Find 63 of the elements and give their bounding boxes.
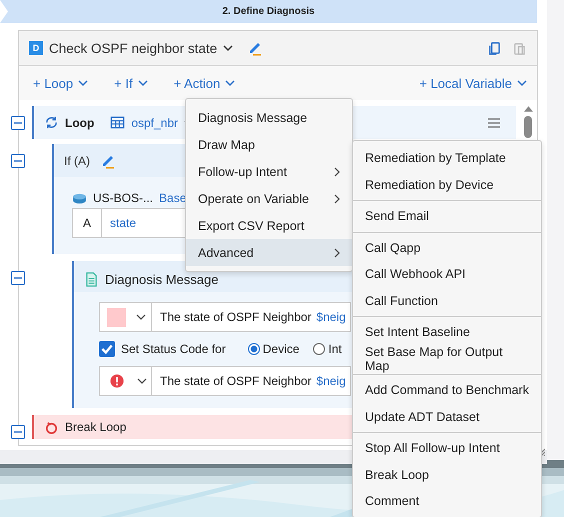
copy-icon[interactable] <box>487 40 502 56</box>
menu-item[interactable]: Add Command to Benchmark <box>353 377 541 404</box>
message-text: The state of OSPF Neighbor <box>160 310 312 324</box>
menu-item[interactable]: Follow-up Intent <box>186 158 352 185</box>
menu-item[interactable]: Send Email <box>353 203 541 230</box>
menu-item[interactable]: Draw Map <box>186 131 352 158</box>
step-title: 2. Define Diagnosis <box>222 6 315 17</box>
scrollbar-thumb[interactable] <box>524 116 532 138</box>
menu-item[interactable]: Set Base Map for Output Map <box>353 346 541 372</box>
menu-item[interactable]: Update ADT Dataset <box>353 404 541 430</box>
collapse-toggle-icon[interactable] <box>11 154 25 168</box>
chevron-right-icon <box>334 194 340 204</box>
collapse-toggle-icon[interactable] <box>11 425 25 439</box>
table-variable[interactable]: ospf_nbr <box>131 116 178 130</box>
error-icon <box>110 374 124 388</box>
add-menu-button[interactable]: + If <box>110 74 152 92</box>
device-link[interactable]: Base <box>159 191 186 205</box>
add-menu-button[interactable]: + Action <box>170 74 240 92</box>
menu-item[interactable]: Call Qapp <box>353 234 541 261</box>
message-field[interactable]: The state of OSPF Neighbor $neig <box>99 366 351 396</box>
if-label: If (A) <box>64 154 90 168</box>
variable-key-cell: A <box>73 209 102 237</box>
local-variable-button[interactable]: + Local Variable <box>415 74 531 92</box>
menu-item[interactable]: Remediation by Template <box>353 145 541 172</box>
device-name: US-BOS-... <box>93 191 154 205</box>
status-checkbox[interactable] <box>99 341 115 357</box>
chevron-right-icon <box>334 166 340 176</box>
variable-value-cell[interactable]: state <box>102 209 136 237</box>
menu-item[interactable]: Advanced <box>186 239 352 266</box>
status-radio[interactable]: Int <box>313 342 342 356</box>
router-icon <box>72 192 87 204</box>
message-variable: $neig <box>316 310 346 324</box>
add-menu-button[interactable]: + Loop <box>29 74 92 92</box>
menu-item[interactable]: Operate on Variable <box>186 185 352 212</box>
message-field[interactable]: The state of OSPF Neighbor $neig <box>99 302 351 332</box>
message-text: The state of OSPF Neighbor <box>160 374 312 388</box>
loop-label: Loop <box>65 116 94 130</box>
collapse-toggle-icon[interactable] <box>11 271 25 285</box>
menu-item[interactable]: Set Intent Baseline <box>353 319 541 346</box>
diagnosis-message-title: Diagnosis Message <box>105 272 218 286</box>
collapse-toggle-icon[interactable] <box>11 116 25 130</box>
pencil-icon[interactable] <box>247 40 264 56</box>
menu-item[interactable]: Diagnosis Message <box>186 104 352 131</box>
loop-icon <box>44 115 59 130</box>
menu-icon[interactable] <box>488 118 500 128</box>
menu-item[interactable]: Call Function <box>353 288 541 314</box>
menu-item[interactable]: Call Webhook API <box>353 261 541 288</box>
scroll-up-arrow-icon[interactable] <box>524 106 532 112</box>
document-icon <box>84 272 99 286</box>
diagnosis-title[interactable]: Check OSPF neighbor state <box>49 40 218 56</box>
message-variable: $neig <box>316 374 346 388</box>
menu-item[interactable]: Stop All Follow-up Intent <box>353 435 541 462</box>
menu-item[interactable]: Export CSV Report <box>186 212 352 239</box>
break-loop-icon <box>44 420 59 434</box>
status-code-label: Set Status Code for <box>121 342 226 356</box>
d-badge-icon: D <box>29 41 43 55</box>
break-loop-label: Break Loop <box>65 420 126 434</box>
table-icon <box>110 115 126 130</box>
menu-item[interactable]: Remediation by Device <box>353 172 541 198</box>
color-swatch <box>107 308 126 326</box>
menu-item[interactable]: Break Loop <box>353 462 541 488</box>
chevron-right-icon <box>334 248 340 258</box>
status-radio[interactable]: Device <box>248 342 300 356</box>
